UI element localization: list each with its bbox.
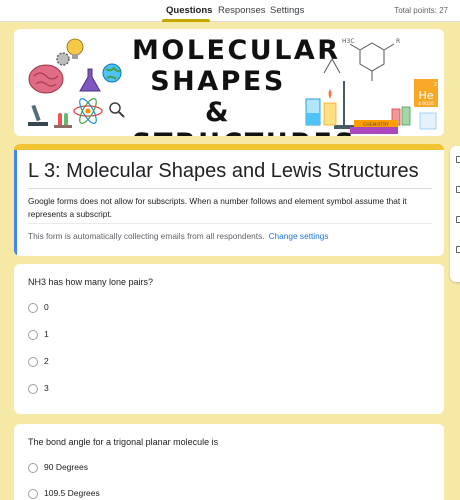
tab-questions[interactable]: Questions	[166, 5, 212, 16]
import-questions-icon[interactable]	[456, 186, 460, 193]
radio-button[interactable]	[28, 303, 38, 313]
question-title: The bond angle for a trigonal planar mol…	[28, 437, 219, 447]
brain-icon	[28, 64, 64, 94]
email-collection-note: This form is automatically collecting em…	[28, 231, 329, 241]
option-label: 1	[44, 329, 49, 339]
test-tubes-icon	[54, 113, 72, 128]
header-banner-image: MOLECULAR SHAPES & STRUCTURES H3C R 2 He…	[14, 29, 444, 136]
svg-text:2: 2	[434, 82, 437, 88]
tab-responses[interactable]: Responses	[218, 5, 266, 16]
light-bulb-icon	[66, 38, 84, 59]
svg-text:He: He	[418, 89, 433, 102]
chemistry-clipart-right: H3C R 2 He 4.0026 CHEMISTRY	[305, 38, 438, 134]
question-card[interactable]: The bond angle for a trigonal planar mol…	[14, 424, 444, 500]
form-title[interactable]: L 3: Molecular Shapes and Lewis Structur…	[28, 160, 419, 183]
option-label: 3	[44, 383, 49, 393]
add-title-icon[interactable]	[456, 216, 460, 223]
email-note-text: This form is automatically collecting em…	[28, 231, 265, 241]
change-settings-link[interactable]: Change settings	[269, 231, 329, 241]
option-label: 0	[44, 302, 49, 312]
molecule-structure-icon	[323, 42, 395, 81]
atom-icon	[73, 98, 103, 124]
form-title-card: L 3: Molecular Shapes and Lewis Structur…	[14, 144, 444, 256]
magnifier-icon	[109, 102, 125, 118]
title-divider	[28, 188, 432, 189]
radio-button[interactable]	[28, 463, 38, 473]
focus-indicator	[14, 150, 17, 256]
radio-button[interactable]	[28, 489, 38, 499]
radio-button[interactable]	[28, 357, 38, 367]
form-description[interactable]: Google forms does not allow for subscrip…	[28, 195, 432, 221]
add-question-icon[interactable]	[456, 156, 460, 163]
option-label: 2	[44, 356, 49, 366]
globe-icon	[102, 63, 122, 83]
top-tab-bar: Questions Responses Settings Total point…	[0, 0, 460, 22]
active-tab-indicator	[162, 19, 210, 22]
tab-settings[interactable]: Settings	[270, 5, 304, 16]
description-divider	[28, 223, 432, 224]
radio-button[interactable]	[28, 384, 38, 394]
books-icon: CHEMISTRY	[350, 120, 398, 134]
microscope-icon	[28, 104, 48, 126]
option-label: 90 Degrees	[44, 462, 88, 472]
periodic-element-helium-icon: 2 He 4.0026	[414, 79, 438, 107]
question-card[interactable]: NH3 has how many lone pairs? 0 1 2 3	[14, 264, 444, 414]
question-title: NH3 has how many lone pairs?	[28, 277, 154, 287]
formula-label-2: R	[396, 38, 400, 45]
add-image-icon[interactable]	[456, 246, 460, 253]
total-points: Total points: 27	[394, 6, 448, 15]
banner-title: MOLECULAR SHAPES & STRUCTURES	[132, 35, 354, 136]
svg-text:4.0026: 4.0026	[418, 101, 434, 107]
floating-toolbar	[450, 146, 460, 282]
radio-button[interactable]	[28, 330, 38, 340]
svg-text:CHEMISTRY: CHEMISTRY	[363, 122, 389, 128]
science-clipart-left	[28, 38, 125, 128]
option-label: 109.5 Degrees	[44, 488, 100, 498]
accent-strip	[14, 144, 444, 150]
flask-icon	[79, 68, 101, 92]
formula-label-1: H3C	[342, 38, 355, 45]
gear-icon	[56, 52, 70, 66]
